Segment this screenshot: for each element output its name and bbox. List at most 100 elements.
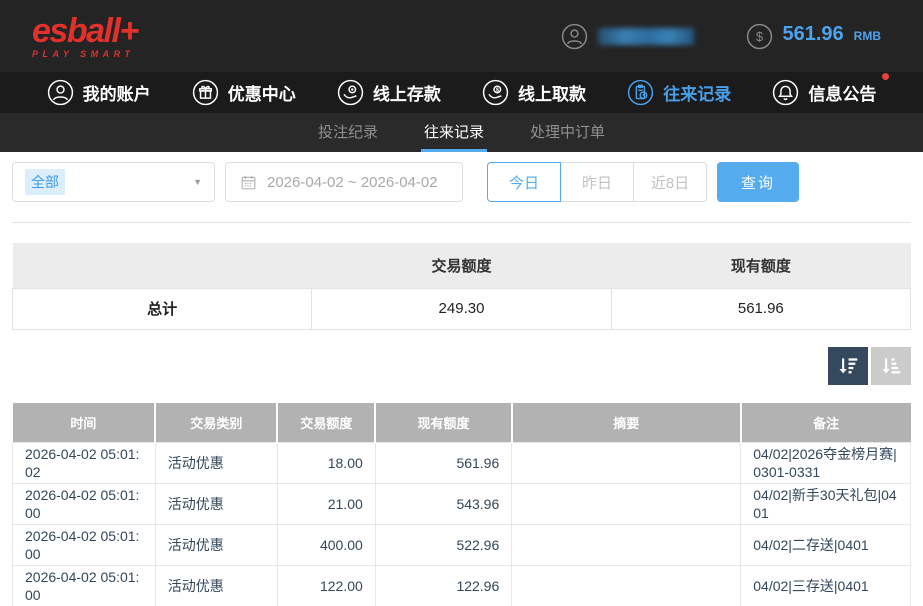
cell-amount: 21.00 <box>277 484 375 525</box>
username-redacted <box>598 28 694 45</box>
deposit-icon <box>337 79 364 106</box>
dollar-circle-icon: $ <box>746 23 773 50</box>
nav-item-my-account[interactable]: 我的账户 <box>47 79 151 106</box>
cell-summary <box>512 443 741 484</box>
summary-table: 交易额度 现有额度 总计 249.30 561.96 <box>12 243 911 330</box>
brand-logo[interactable]: esball+ PLAY SMART <box>32 14 138 59</box>
cell-summary <box>512 566 741 606</box>
nav-item-label: 线上取款 <box>518 80 586 105</box>
search-button[interactable]: 查询 <box>717 162 799 202</box>
col-header-balance: 现有额度 <box>375 403 511 443</box>
cell-note: 04/02|二存送|0401 <box>741 525 911 566</box>
nav-item-announcements[interactable]: 信息公告 <box>772 79 876 106</box>
summary-header-balance: 现有额度 <box>611 243 910 288</box>
nav-item-deposit[interactable]: 线上存款 <box>337 79 441 106</box>
nav-item-label: 优惠中心 <box>228 80 296 105</box>
brand-logo-tagline: PLAY SMART <box>32 50 138 59</box>
nav-item-withdraw[interactable]: $ 线上取款 <box>482 79 586 106</box>
tab-transaction-records[interactable]: 往来记录 <box>421 113 487 152</box>
range-button-yesterday[interactable]: 昨日 <box>560 162 634 202</box>
sort-ascending-button[interactable] <box>871 347 911 385</box>
nav-item-label: 往来记录 <box>663 80 731 105</box>
table-row: 2026-04-02 05:01:02 活动优惠 18.00 561.96 04… <box>13 443 911 484</box>
cell-balance: 561.96 <box>375 443 511 484</box>
quick-range-group: 今日 昨日 近8日 <box>487 162 707 202</box>
summary-total-label: 总计 <box>13 288 312 329</box>
records-icon <box>627 79 654 106</box>
summary-header-row: 交易额度 现有额度 <box>13 243 911 288</box>
records-table: 时间 交易类别 交易额度 现有额度 摘要 备注 2026-04-02 05:01… <box>12 403 911 606</box>
cell-time: 2026-04-02 05:01:00 <box>13 525 156 566</box>
cell-amount: 18.00 <box>277 443 375 484</box>
cell-type: 活动优惠 <box>155 566 277 606</box>
promotions-icon <box>192 79 219 106</box>
cell-amount: 122.00 <box>277 566 375 606</box>
col-header-summary: 摘要 <box>512 403 741 443</box>
sort-descending-icon <box>836 354 860 378</box>
type-select-value: 全部 <box>25 169 65 195</box>
withdraw-icon: $ <box>482 79 509 106</box>
cell-time: 2026-04-02 05:01:00 <box>13 566 156 606</box>
tab-pending-orders[interactable]: 处理中订单 <box>527 113 608 152</box>
summary-transaction-total: 249.30 <box>312 288 611 329</box>
cell-summary <box>512 525 741 566</box>
divider <box>12 222 911 223</box>
range-button-last-8-days[interactable]: 近8日 <box>633 162 707 202</box>
user-account-block[interactable] <box>561 23 694 50</box>
sort-ascending-icon <box>879 354 903 378</box>
brand-logo-text: esball+ <box>32 14 138 48</box>
subtab-bar: 投注纪录 往来记录 处理中订单 <box>0 113 923 152</box>
cell-note: 04/02|三存送|0401 <box>741 566 911 606</box>
col-header-type: 交易类别 <box>155 403 277 443</box>
date-range-value: 2026-04-02 ~ 2026-04-02 <box>267 174 438 191</box>
top-header: esball+ PLAY SMART $ 561.96 RMB <box>0 0 923 72</box>
cell-balance: 543.96 <box>375 484 511 525</box>
sort-controls <box>12 347 911 385</box>
date-range-input[interactable]: 2026-04-02 ~ 2026-04-02 <box>225 162 463 202</box>
main-nav: 我的账户 优惠中心 线上存款 $ 线上取款 <box>0 72 923 113</box>
notification-dot <box>882 73 889 80</box>
account-icon <box>47 79 74 106</box>
table-row: 2026-04-02 05:01:00 活动优惠 21.00 543.96 04… <box>13 484 911 525</box>
summary-total-row: 总计 249.30 561.96 <box>13 288 911 329</box>
cell-amount: 400.00 <box>277 525 375 566</box>
col-header-amount: 交易额度 <box>277 403 375 443</box>
summary-header-transaction: 交易额度 <box>312 243 611 288</box>
cell-balance: 522.96 <box>375 525 511 566</box>
calendar-icon <box>240 174 257 191</box>
cell-time: 2026-04-02 05:01:02 <box>13 443 156 484</box>
table-row: 2026-04-02 05:01:00 活动优惠 400.00 522.96 0… <box>13 525 911 566</box>
type-select[interactable]: 全部 ▼ <box>12 162 215 202</box>
cell-type: 活动优惠 <box>155 484 277 525</box>
nav-item-transaction-records[interactable]: 往来记录 <box>627 79 731 106</box>
balance-block[interactable]: $ 561.96 RMB <box>746 23 882 50</box>
summary-header-empty <box>13 243 312 288</box>
announcements-icon <box>772 79 799 106</box>
summary-balance-total: 561.96 <box>611 288 910 329</box>
nav-item-label: 我的账户 <box>83 80 151 105</box>
cell-summary <box>512 484 741 525</box>
user-avatar-icon <box>561 23 588 50</box>
sort-descending-button[interactable] <box>828 347 868 385</box>
col-header-note: 备注 <box>741 403 911 443</box>
nav-item-label: 信息公告 <box>808 80 876 105</box>
tab-betting-records[interactable]: 投注纪录 <box>315 113 381 152</box>
cell-balance: 122.96 <box>375 566 511 606</box>
nav-item-label: 线上存款 <box>373 80 441 105</box>
col-header-time: 时间 <box>13 403 156 443</box>
nav-item-promotions[interactable]: 优惠中心 <box>192 79 296 106</box>
table-row: 2026-04-02 05:01:00 活动优惠 122.00 122.96 0… <box>13 566 911 606</box>
svg-text:$: $ <box>755 29 762 44</box>
cell-type: 活动优惠 <box>155 443 277 484</box>
chevron-down-icon: ▼ <box>193 177 202 187</box>
range-button-today[interactable]: 今日 <box>487 162 561 202</box>
cell-note: 04/02|2026夺金榜月赛|0301-0331 <box>741 443 911 484</box>
content: 全部 ▼ 2026-04-02 ~ 2026-04-02 今日 昨日 近8日 查… <box>0 152 923 606</box>
balance-currency: RMB <box>854 29 881 43</box>
cell-note: 04/02|新手30天礼包|0401 <box>741 484 911 525</box>
cell-time: 2026-04-02 05:01:00 <box>13 484 156 525</box>
records-header-row: 时间 交易类别 交易额度 现有额度 摘要 备注 <box>13 403 911 443</box>
header-right: $ 561.96 RMB <box>561 23 882 50</box>
filter-row: 全部 ▼ 2026-04-02 ~ 2026-04-02 今日 昨日 近8日 查… <box>12 162 911 202</box>
balance-amount: 561.96 <box>783 23 844 46</box>
